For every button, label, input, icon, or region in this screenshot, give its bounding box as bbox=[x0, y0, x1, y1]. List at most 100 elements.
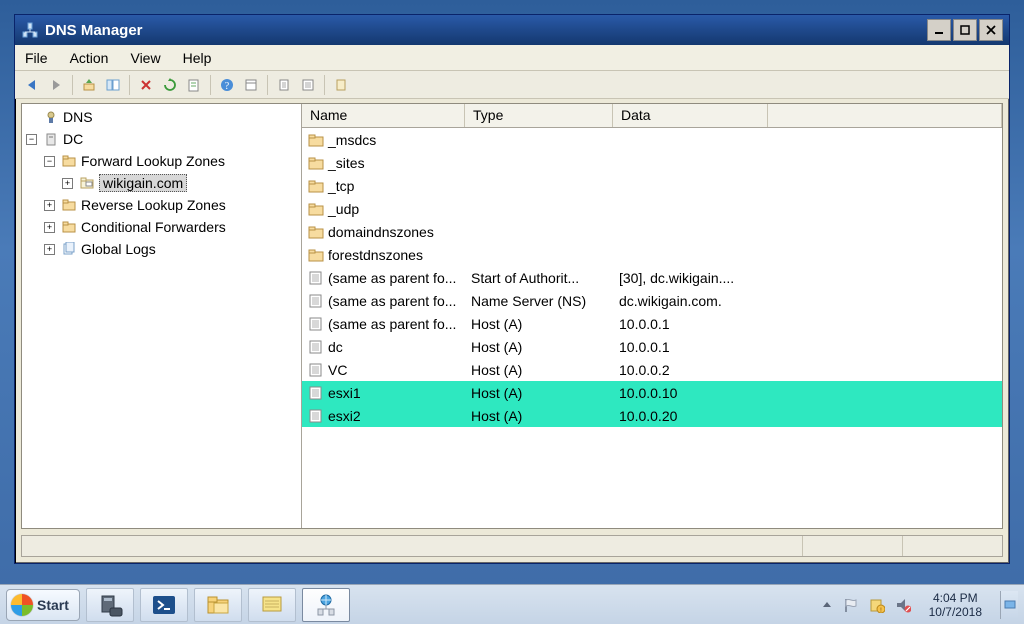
record-row[interactable]: (same as parent fo...Host (A)10.0.0.1 bbox=[302, 312, 1002, 335]
folder-icon bbox=[308, 132, 324, 148]
tree-node-conditional-forwarders[interactable]: + Conditional Forwarders bbox=[24, 216, 299, 238]
record-icon bbox=[308, 362, 324, 378]
tree-node-rlz[interactable]: + Reverse Lookup Zones bbox=[24, 194, 299, 216]
expand-icon[interactable]: + bbox=[44, 222, 55, 233]
new-record-button[interactable] bbox=[273, 74, 295, 96]
statusbar bbox=[21, 535, 1003, 557]
folder-icon bbox=[61, 219, 77, 235]
delete-button[interactable] bbox=[135, 74, 157, 96]
record-row[interactable]: _msdcs bbox=[302, 128, 1002, 151]
minimize-button[interactable] bbox=[927, 19, 951, 41]
expand-icon[interactable]: + bbox=[62, 178, 73, 189]
record-row[interactable]: _udp bbox=[302, 197, 1002, 220]
tray-volume-icon[interactable] bbox=[895, 597, 911, 613]
tree-label: Reverse Lookup Zones bbox=[81, 197, 226, 213]
record-row[interactable]: esxi1Host (A)10.0.0.10 bbox=[302, 381, 1002, 404]
record-row[interactable]: dcHost (A)10.0.0.1 bbox=[302, 335, 1002, 358]
start-label: Start bbox=[37, 597, 69, 613]
taskbar-item-explorer[interactable] bbox=[194, 588, 242, 622]
folder-icon bbox=[308, 155, 324, 171]
refresh-button[interactable] bbox=[159, 74, 181, 96]
up-one-level-button[interactable] bbox=[78, 74, 100, 96]
collapse-icon[interactable]: − bbox=[44, 156, 55, 167]
desktop: DNS Manager File Action View Help ? bbox=[0, 0, 1024, 624]
maximize-button[interactable] bbox=[953, 19, 977, 41]
record-row[interactable]: _sites bbox=[302, 151, 1002, 174]
record-data: 10.0.0.20 bbox=[613, 408, 768, 424]
record-row[interactable]: domaindnszones bbox=[302, 220, 1002, 243]
record-data: 10.0.0.2 bbox=[613, 362, 768, 378]
titlebar[interactable]: DNS Manager bbox=[15, 15, 1009, 45]
folder-icon bbox=[61, 197, 77, 213]
nav-forward-button[interactable] bbox=[45, 74, 67, 96]
menu-view[interactable]: View bbox=[126, 47, 164, 69]
record-row[interactable]: (same as parent fo...Name Server (NS)dc.… bbox=[302, 289, 1002, 312]
record-list: Name Type Data _msdcs _sites _tcp _udpdomai… bbox=[302, 104, 1002, 528]
show-desktop-button[interactable] bbox=[1000, 591, 1018, 619]
server-icon bbox=[43, 131, 59, 147]
system-tray: ! bbox=[815, 589, 917, 621]
properties-button[interactable] bbox=[240, 74, 262, 96]
start-button[interactable]: Start bbox=[6, 589, 80, 621]
expand-icon[interactable]: + bbox=[44, 244, 55, 255]
show-hide-tree-button[interactable] bbox=[102, 74, 124, 96]
column-spacer[interactable] bbox=[768, 104, 1002, 127]
record-type: Host (A) bbox=[465, 385, 613, 401]
expand-icon[interactable]: + bbox=[44, 200, 55, 211]
tree-node-zone-wikigain[interactable]: + wikigain.com bbox=[24, 172, 299, 194]
record-row[interactable]: _tcp bbox=[302, 174, 1002, 197]
tree-node-dc[interactable]: − DC bbox=[24, 128, 299, 150]
record-name: esxi1 bbox=[328, 385, 361, 401]
column-data[interactable]: Data bbox=[613, 104, 768, 127]
record-type: Host (A) bbox=[465, 408, 613, 424]
tray-security-icon[interactable]: ! bbox=[869, 597, 885, 613]
export-list-button[interactable] bbox=[183, 74, 205, 96]
column-name[interactable]: Name bbox=[302, 104, 465, 127]
clock-date: 10/7/2018 bbox=[929, 605, 982, 619]
taskbar-item-notepad[interactable] bbox=[248, 588, 296, 622]
menu-file[interactable]: File bbox=[21, 47, 52, 69]
taskbar: Start ! 4:04 PM 10/7/2018 bbox=[0, 584, 1024, 624]
client-area: DNS − DC − Forward Lookup Zones + wikiga… bbox=[21, 103, 1003, 529]
close-button[interactable] bbox=[979, 19, 1003, 41]
record-row[interactable]: (same as parent fo...Start of Authorit..… bbox=[302, 266, 1002, 289]
column-type[interactable]: Type bbox=[465, 104, 613, 127]
dns-app-icon bbox=[21, 21, 39, 39]
record-row[interactable]: forestdnszones bbox=[302, 243, 1002, 266]
tray-flag-icon[interactable] bbox=[843, 597, 859, 613]
taskbar-clock[interactable]: 4:04 PM 10/7/2018 bbox=[923, 591, 988, 619]
record-type: Host (A) bbox=[465, 316, 613, 332]
collapse-icon[interactable]: − bbox=[26, 134, 37, 145]
record-icon bbox=[308, 385, 324, 401]
taskbar-item-server-manager[interactable] bbox=[86, 588, 134, 622]
list-body[interactable]: _msdcs _sites _tcp _udpdomaindnszonesforest… bbox=[302, 128, 1002, 528]
record-icon bbox=[308, 293, 324, 309]
menu-action[interactable]: Action bbox=[66, 47, 113, 69]
record-row[interactable]: esxi2Host (A)10.0.0.20 bbox=[302, 404, 1002, 427]
record-name: (same as parent fo... bbox=[328, 316, 456, 332]
folder-icon bbox=[61, 153, 77, 169]
filter-button[interactable] bbox=[297, 74, 319, 96]
menu-help[interactable]: Help bbox=[179, 47, 216, 69]
nav-back-button[interactable] bbox=[21, 74, 43, 96]
taskbar-item-dns-manager[interactable] bbox=[302, 588, 350, 622]
record-type: Name Server (NS) bbox=[465, 293, 613, 309]
tray-chevron-icon[interactable] bbox=[821, 599, 833, 611]
svg-text:?: ? bbox=[225, 81, 230, 92]
tree-label: Forward Lookup Zones bbox=[81, 153, 225, 169]
tree-node-flz[interactable]: − Forward Lookup Zones bbox=[24, 150, 299, 172]
tree-label: Conditional Forwarders bbox=[81, 219, 226, 235]
record-name: (same as parent fo... bbox=[328, 270, 456, 286]
record-row[interactable]: VCHost (A)10.0.0.2 bbox=[302, 358, 1002, 381]
record-name: _sites bbox=[328, 155, 365, 171]
taskbar-item-powershell[interactable] bbox=[140, 588, 188, 622]
help-button[interactable]: ? bbox=[216, 74, 238, 96]
record-type: Host (A) bbox=[465, 362, 613, 378]
tree-node-global-logs[interactable]: + Global Logs bbox=[24, 238, 299, 260]
tree-node-dns[interactable]: DNS bbox=[24, 106, 299, 128]
clock-time: 4:04 PM bbox=[929, 591, 982, 605]
record-icon bbox=[308, 316, 324, 332]
record-name: _tcp bbox=[328, 178, 354, 194]
action-pane-button[interactable] bbox=[330, 74, 352, 96]
scope-tree[interactable]: DNS − DC − Forward Lookup Zones + wikiga… bbox=[22, 104, 302, 528]
